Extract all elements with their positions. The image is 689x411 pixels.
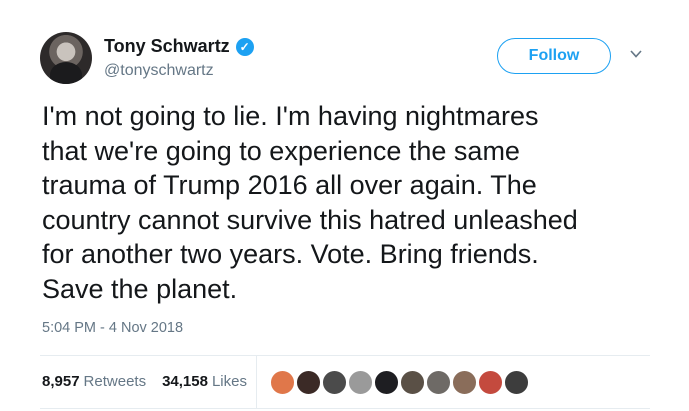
stats-separator	[256, 356, 257, 408]
liker-avatar[interactable]	[425, 369, 452, 396]
liker-avatar[interactable]	[321, 369, 348, 396]
liker-avatar[interactable]	[477, 369, 504, 396]
author-name-row: Tony Schwartz ✓	[104, 36, 254, 57]
liker-avatar[interactable]	[295, 369, 322, 396]
divider	[40, 408, 650, 409]
liker-avatar[interactable]	[399, 369, 426, 396]
tweet-text-line: trauma of Trump 2016 all over again. The	[42, 170, 537, 200]
verified-badge-icon: ✓	[235, 37, 254, 56]
tweet-text-line: for another two years. Vote. Bring frien…	[42, 239, 539, 269]
liker-avatar[interactable]	[269, 369, 296, 396]
engagement-stats: 8,957 Retweets 34,158 Likes	[42, 373, 247, 390]
tweet-text-line: Save the planet.	[42, 273, 238, 304]
tweet-timestamp[interactable]: 5:04 PM - 4 Nov 2018	[42, 320, 183, 336]
retweets-count[interactable]: 8,957	[42, 373, 80, 390]
chevron-down-icon[interactable]	[629, 47, 643, 61]
tweet-text-line: I'm not going to lie. I'm having nightma…	[42, 101, 539, 131]
liker-avatar[interactable]	[503, 369, 530, 396]
author-display-name[interactable]: Tony Schwartz	[104, 36, 230, 57]
divider	[40, 355, 650, 356]
likes-count[interactable]: 34,158	[162, 373, 208, 390]
follow-button[interactable]: Follow	[497, 38, 611, 74]
liker-avatar[interactable]	[347, 369, 374, 396]
likes-label[interactable]: Likes	[212, 373, 247, 390]
liker-avatar[interactable]	[373, 369, 400, 396]
retweets-label[interactable]: Retweets	[84, 373, 147, 390]
tweet-text-line: that we're going to experience the same	[42, 135, 520, 166]
author-handle[interactable]: @tonyschwartz	[104, 62, 214, 80]
likers-avatar-list	[269, 369, 530, 396]
tweet-text-line: country cannot survive this hatred unlea…	[42, 204, 578, 235]
tweet-text: I'm not going to lie. I'm having nightma…	[42, 99, 662, 306]
liker-avatar[interactable]	[451, 369, 478, 396]
author-avatar[interactable]	[40, 32, 92, 84]
